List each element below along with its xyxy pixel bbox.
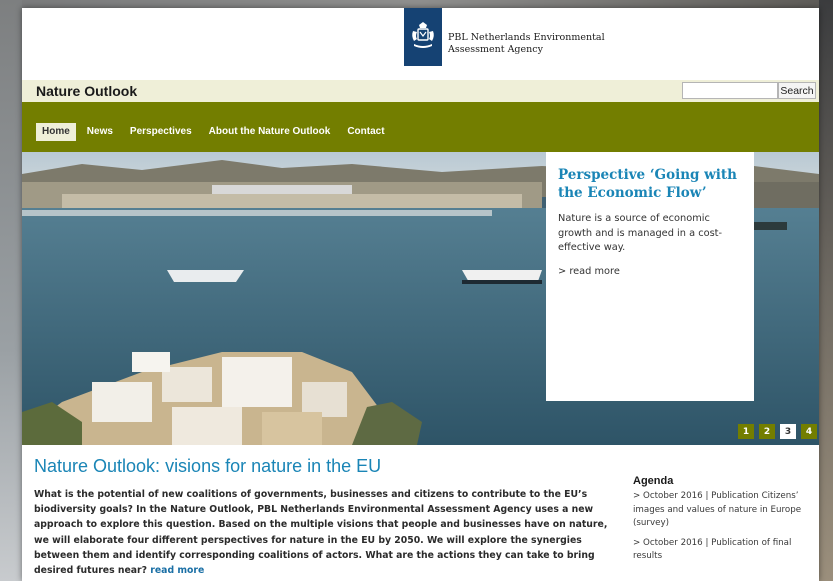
search-button[interactable]: Search [778,82,816,99]
nav-item-home[interactable]: Home [36,123,76,141]
agenda-item[interactable]: > October 2016 | Publication of final re… [633,537,813,564]
pager-button-1[interactable]: 1 [738,424,754,439]
background-right [819,0,833,581]
title-bar: Nature Outlook Search [22,80,819,102]
coat-of-arms-icon [412,22,434,48]
promo-read-more-link[interactable]: > read more [558,266,742,277]
web-page: PBL Netherlands Environmental Assessment… [22,8,819,581]
intro-read-more-link[interactable]: read more [150,565,204,576]
page-header: PBL Netherlands Environmental Assessment… [22,8,819,80]
nav-item-about[interactable]: About the Nature Outlook [203,123,337,141]
intro-text: What is the potential of new coalitions … [34,489,608,577]
pager-button-3[interactable]: 3 [780,424,796,439]
agenda-item[interactable]: > October 2016 | Publication Citizens’ i… [633,490,813,531]
pager-button-4[interactable]: 4 [801,424,817,439]
pbl-logo[interactable] [404,8,442,66]
promo-title[interactable]: Perspective ‘Going with the Economic Flo… [558,166,742,202]
pager-button-2[interactable]: 2 [759,424,775,439]
nav-item-news[interactable]: News [81,123,119,141]
main-nav: Home News Perspectives About the Nature … [22,102,819,152]
agenda-title: Agenda [633,475,674,487]
nav-item-contact[interactable]: Contact [341,123,390,141]
carousel-pager: 1 2 3 4 [733,424,817,439]
site-title[interactable]: Nature Outlook [36,83,137,99]
page-title: Nature Outlook: visions for nature in th… [34,456,382,476]
nav-item-perspectives[interactable]: Perspectives [124,123,198,141]
background-left [0,0,22,581]
promo-body: Nature is a source of economic growth an… [558,213,723,253]
perspective-promo-card: Perspective ‘Going with the Economic Flo… [546,152,754,401]
intro-paragraph: What is the potential of new coalitions … [34,487,612,578]
search-input[interactable] [682,82,778,99]
org-name-line2: Assessment Agency [448,44,543,55]
org-name-line1: PBL Netherlands Environmental [448,32,605,43]
hero-carousel: Perspective ‘Going with the Economic Flo… [22,152,819,445]
agenda-panel: Agenda > October 2016 | Publication Citi… [633,475,813,570]
background-top [22,0,819,8]
org-name[interactable]: PBL Netherlands Environmental Assessment… [448,32,605,56]
